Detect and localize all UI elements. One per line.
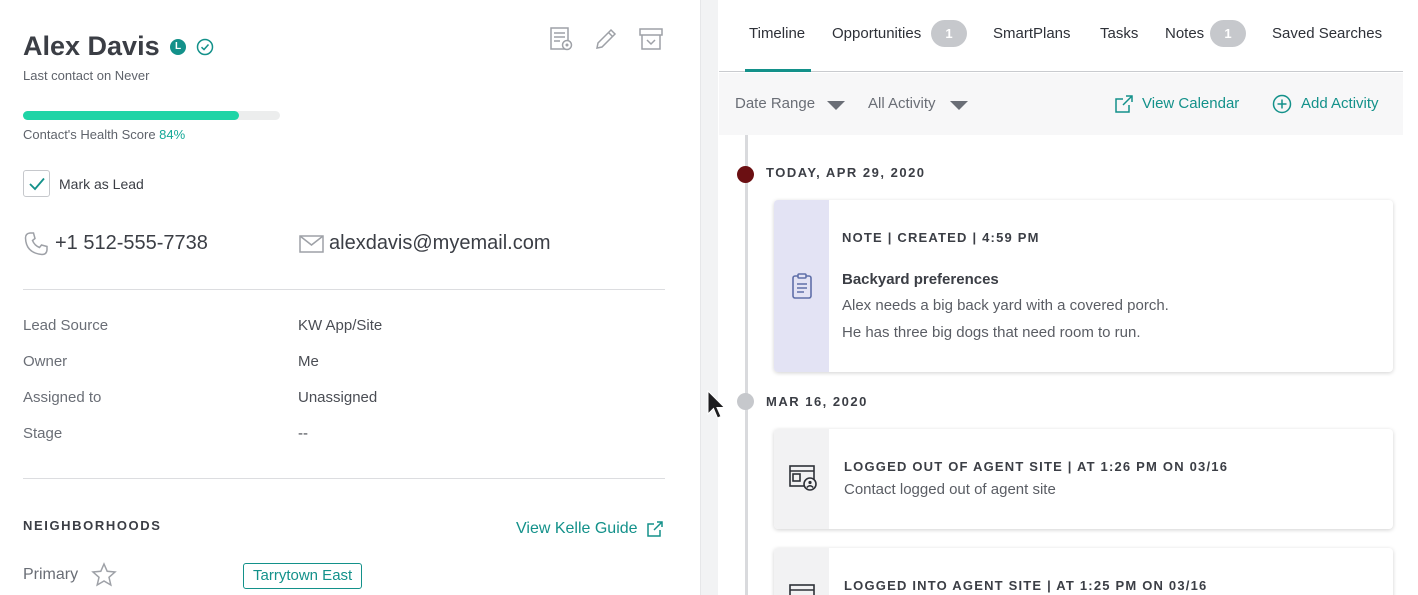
opportunities-count-badge: 1 xyxy=(931,20,967,47)
panel-divider xyxy=(700,0,718,595)
detail-value-assigned-to: Unassigned xyxy=(298,389,378,406)
view-kelle-guide-link[interactable]: View Kelle Guide xyxy=(516,520,638,538)
notes-count-badge: 1 xyxy=(1210,20,1246,47)
timeline-date-heading: MAR 16, 2020 xyxy=(766,394,868,409)
tab-notes[interactable]: Notes xyxy=(1165,25,1204,42)
detail-value-lead-source: KW App/Site xyxy=(298,317,383,334)
timeline-line xyxy=(745,135,748,595)
card-title: Backyard preferences xyxy=(842,271,999,288)
add-activity-button[interactable]: Add Activity xyxy=(1301,95,1379,112)
lead-badge: L xyxy=(170,39,186,55)
health-score-value: 84% xyxy=(159,127,186,142)
mark-as-lead-checkbox[interactable] xyxy=(23,170,50,197)
timeline-filter-bar: Date Range All Activity View Calendar Ad… xyxy=(719,73,1403,135)
last-contact-text: Last contact on Never xyxy=(23,68,150,83)
timeline-card-note[interactable]: NOTE | CREATED | 4:59 PM Backyard prefer… xyxy=(774,200,1393,372)
card-header: LOGGED INTO AGENT SITE | AT 1:25 PM ON 0… xyxy=(844,578,1208,593)
timeline-card-login[interactable]: LOGGED INTO AGENT SITE | AT 1:25 PM ON 0… xyxy=(774,548,1393,595)
tab-smartplans[interactable]: SmartPlans xyxy=(993,25,1071,42)
tab-timeline[interactable]: Timeline xyxy=(749,25,805,42)
verified-check-icon xyxy=(196,38,214,56)
contact-settings-icon[interactable] xyxy=(548,26,574,52)
external-link-icon[interactable] xyxy=(646,520,664,538)
detail-label-owner: Owner xyxy=(23,353,68,370)
active-tab-indicator xyxy=(745,69,811,72)
chevron-down-icon[interactable] xyxy=(950,101,968,110)
timeline-card-logout[interactable]: LOGGED OUT OF AGENT SITE | AT 1:26 PM ON… xyxy=(774,429,1393,529)
chevron-down-icon[interactable] xyxy=(827,101,845,110)
tab-tasks[interactable]: Tasks xyxy=(1100,25,1138,42)
add-circle-icon[interactable] xyxy=(1272,94,1292,114)
timeline-dot xyxy=(737,393,754,410)
card-header: NOTE | CREATED | 4:59 PM xyxy=(842,230,1040,245)
neighborhoods-heading: NEIGHBORHOODS xyxy=(23,518,162,533)
divider xyxy=(23,289,665,290)
health-score-bar xyxy=(23,111,280,120)
mail-icon xyxy=(299,235,324,253)
agent-site-icon xyxy=(789,465,817,491)
mark-as-lead-label: Mark as Lead xyxy=(59,176,144,192)
external-link-icon[interactable] xyxy=(1114,94,1134,114)
view-calendar-link[interactable]: View Calendar xyxy=(1142,95,1239,112)
detail-value-owner: Me xyxy=(298,353,319,370)
archive-icon[interactable] xyxy=(638,26,664,52)
card-body: Alex needs a big back yard with a covere… xyxy=(842,297,1169,341)
tab-bar: Timeline Opportunities 1 SmartPlans Task… xyxy=(719,0,1403,72)
timeline-dot-today xyxy=(737,166,754,183)
activity-type-dropdown[interactable]: All Activity xyxy=(868,95,936,112)
health-score-fill xyxy=(23,111,239,120)
primary-neighborhood-chip[interactable]: Tarrytown East xyxy=(243,563,363,589)
checkmark-icon xyxy=(29,177,45,191)
divider xyxy=(23,478,665,479)
tab-opportunities[interactable]: Opportunities xyxy=(832,25,921,42)
activity-panel: Timeline Opportunities 1 SmartPlans Task… xyxy=(719,0,1418,595)
primary-neighborhood-label: Primary xyxy=(23,566,79,583)
health-score-label-text: Contact's Health Score xyxy=(23,127,156,142)
tab-saved-searches[interactable]: Saved Searches xyxy=(1272,25,1382,42)
contact-details-panel: Alex Davis L Last contact on Never Conta… xyxy=(0,0,700,595)
detail-value-stage: -- xyxy=(298,425,308,442)
clipboard-icon xyxy=(792,273,812,299)
card-header: LOGGED OUT OF AGENT SITE | AT 1:26 PM ON… xyxy=(844,459,1229,474)
detail-label-lead-source: Lead Source xyxy=(23,317,109,334)
mouse-pointer-icon xyxy=(707,390,726,419)
detail-label-assigned-to: Assigned to xyxy=(23,389,102,406)
detail-label-stage: Stage xyxy=(23,425,63,442)
timeline-date-heading: TODAY, APR 29, 2020 xyxy=(766,165,926,180)
email-link[interactable]: alexdavis@myemail.com xyxy=(329,232,550,255)
star-icon[interactable] xyxy=(91,562,117,588)
phone-icon xyxy=(24,232,48,256)
health-score-label: Contact's Health Score 84% xyxy=(23,127,185,142)
contact-name: Alex Davis xyxy=(23,31,160,61)
agent-site-icon xyxy=(789,584,815,595)
card-body: Contact logged out of agent site xyxy=(844,481,1056,498)
date-range-dropdown[interactable]: Date Range xyxy=(735,95,815,112)
edit-pencil-icon[interactable] xyxy=(593,26,619,52)
phone-number-link[interactable]: +1 512-555-7738 xyxy=(55,232,208,255)
